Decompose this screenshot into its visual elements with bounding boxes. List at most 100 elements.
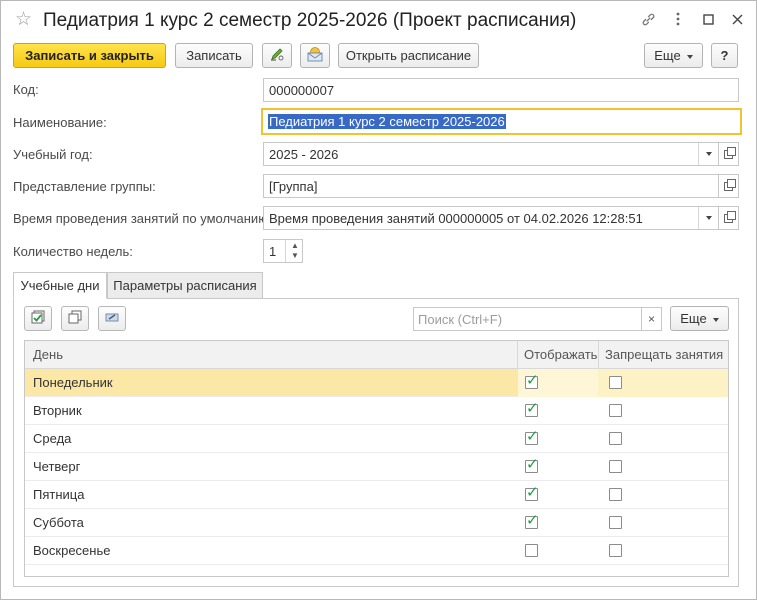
save-and-close-button[interactable]: Записать и закрыть bbox=[13, 43, 166, 68]
code-label: Код: bbox=[13, 82, 39, 97]
table-row[interactable]: Пятница ✓ bbox=[25, 481, 728, 509]
show-checkbox[interactable] bbox=[525, 544, 538, 557]
group-value: [Группа] bbox=[269, 178, 318, 194]
chevron-down-icon bbox=[705, 216, 712, 220]
table-row[interactable]: Вторник ✓ bbox=[25, 397, 728, 425]
save-button[interactable]: Записать bbox=[175, 43, 253, 68]
pen-sign-icon bbox=[269, 46, 285, 65]
forbid-checkbox[interactable] bbox=[609, 516, 622, 529]
window-title: Педиатрия 1 курс 2 семестр 2025-2026 (Пр… bbox=[43, 10, 577, 31]
table-row[interactable]: Четверг ✓ bbox=[25, 453, 728, 481]
name-value: Педиатрия 1 курс 2 семестр 2025-2026 bbox=[268, 114, 506, 129]
open-form-icon bbox=[724, 146, 736, 159]
forbid-checkbox[interactable] bbox=[609, 404, 622, 417]
time-dropdown-button[interactable] bbox=[698, 207, 718, 229]
column-divider bbox=[598, 341, 599, 369]
maximize-icon[interactable] bbox=[699, 10, 717, 28]
weeks-value: 1 bbox=[269, 244, 277, 259]
more-vert-icon[interactable] bbox=[669, 10, 687, 28]
forbid-checkbox[interactable] bbox=[609, 544, 622, 557]
time-value: Время проведения занятий 000000005 от 04… bbox=[269, 210, 643, 226]
tab-study-days[interactable]: Учебные дни bbox=[13, 272, 107, 299]
row-day: Вторник bbox=[33, 403, 82, 418]
show-checkbox[interactable]: ✓ bbox=[525, 428, 539, 445]
weeks-label: Количество недель: bbox=[13, 244, 133, 259]
more-button[interactable]: Еще bbox=[644, 43, 703, 68]
check-icon: ✓ bbox=[526, 512, 539, 529]
column-divider bbox=[517, 341, 518, 369]
chevron-down-icon[interactable]: ▼ bbox=[291, 252, 299, 260]
search-placeholder: Поиск (Ctrl+F) bbox=[418, 311, 503, 327]
chevron-up-icon[interactable]: ▲ bbox=[291, 242, 299, 250]
copy-button[interactable] bbox=[61, 306, 89, 331]
check-icon: ✓ bbox=[526, 484, 539, 501]
weeks-stepper-arrows[interactable]: ▲ ▼ bbox=[285, 240, 302, 262]
year-label: Учебный год: bbox=[13, 147, 93, 162]
code-value: 000000007 bbox=[269, 82, 335, 98]
days-table: День Отображать Запрещать занятия Понеде… bbox=[24, 340, 729, 577]
table-row[interactable]: Понедельник ✓ bbox=[25, 369, 728, 397]
table-more-label: Еще bbox=[680, 311, 707, 326]
row-day: Среда bbox=[33, 431, 72, 446]
group-open-button[interactable] bbox=[719, 174, 739, 198]
forbid-checkbox[interactable] bbox=[609, 376, 622, 389]
show-checkbox[interactable]: ✓ bbox=[525, 484, 539, 501]
table-row[interactable]: Среда ✓ bbox=[25, 425, 728, 453]
check-icon: ✓ bbox=[526, 428, 539, 445]
row-day: Суббота bbox=[33, 515, 84, 530]
chevron-down-icon bbox=[705, 152, 712, 156]
show-checkbox[interactable]: ✓ bbox=[525, 512, 539, 529]
link-icon[interactable] bbox=[639, 10, 657, 28]
row-day: Понедельник bbox=[33, 375, 113, 390]
open-form-icon bbox=[724, 210, 736, 223]
time-select[interactable]: Время проведения занятий 000000005 от 04… bbox=[263, 206, 719, 230]
year-dropdown-button[interactable] bbox=[698, 143, 718, 165]
envelope-icon bbox=[306, 46, 324, 65]
help-button[interactable]: ? bbox=[711, 43, 738, 68]
weeks-stepper[interactable]: 1 ▲ ▼ bbox=[263, 239, 303, 263]
show-checkbox[interactable]: ✓ bbox=[525, 400, 539, 417]
table-more-button[interactable]: Еще bbox=[670, 306, 729, 331]
table-row[interactable]: Суббота ✓ bbox=[25, 509, 728, 537]
uncheck-all-button[interactable] bbox=[98, 306, 126, 331]
column-show[interactable]: Отображать bbox=[524, 347, 597, 362]
check-icon: ✓ bbox=[526, 400, 539, 417]
time-open-button[interactable] bbox=[719, 206, 739, 230]
column-day[interactable]: День bbox=[33, 347, 63, 362]
forbid-checkbox[interactable] bbox=[609, 460, 622, 473]
chevron-down-icon bbox=[712, 317, 719, 322]
tab-schedule-params[interactable]: Параметры расписания bbox=[107, 272, 263, 299]
more-button-label: Еще bbox=[654, 48, 681, 63]
row-day: Пятница bbox=[33, 487, 85, 502]
name-field[interactable]: Педиатрия 1 курс 2 семестр 2025-2026 bbox=[261, 108, 742, 135]
sign-button[interactable] bbox=[262, 43, 292, 68]
star-icon[interactable]: ☆ bbox=[15, 10, 32, 30]
search-input[interactable]: Поиск (Ctrl+F) bbox=[413, 307, 642, 331]
clear-search-button[interactable]: × bbox=[641, 307, 662, 331]
show-checkbox[interactable]: ✓ bbox=[525, 456, 539, 473]
message-button[interactable] bbox=[300, 43, 330, 68]
year-value: 2025 - 2026 bbox=[269, 146, 339, 162]
title-bar: ☆ Педиатрия 1 курс 2 семестр 2025-2026 (… bbox=[1, 1, 756, 39]
check-all-button[interactable] bbox=[24, 306, 52, 331]
year-open-button[interactable] bbox=[719, 142, 739, 166]
check-all-icon bbox=[30, 309, 46, 328]
copy-icon bbox=[67, 309, 83, 328]
check-icon: ✓ bbox=[526, 372, 539, 389]
row-day: Воскресенье bbox=[33, 543, 111, 558]
column-forbid[interactable]: Запрещать занятия bbox=[605, 347, 723, 362]
group-field[interactable]: [Группа] bbox=[263, 174, 719, 198]
close-icon[interactable] bbox=[728, 10, 746, 28]
year-select[interactable]: 2025 - 2026 bbox=[263, 142, 719, 166]
forbid-checkbox[interactable] bbox=[609, 432, 622, 445]
chevron-down-icon bbox=[686, 54, 693, 59]
open-schedule-button[interactable]: Открыть расписание bbox=[338, 43, 479, 68]
table-header: День Отображать Запрещать занятия bbox=[25, 341, 728, 369]
code-field[interactable]: 000000007 bbox=[263, 78, 739, 102]
table-row[interactable]: Воскресенье bbox=[25, 537, 728, 565]
row-day: Четверг bbox=[33, 459, 81, 474]
check-icon: ✓ bbox=[526, 456, 539, 473]
forbid-checkbox[interactable] bbox=[609, 488, 622, 501]
show-checkbox[interactable]: ✓ bbox=[525, 372, 539, 389]
window: ☆ Педиатрия 1 курс 2 семестр 2025-2026 (… bbox=[0, 0, 757, 600]
